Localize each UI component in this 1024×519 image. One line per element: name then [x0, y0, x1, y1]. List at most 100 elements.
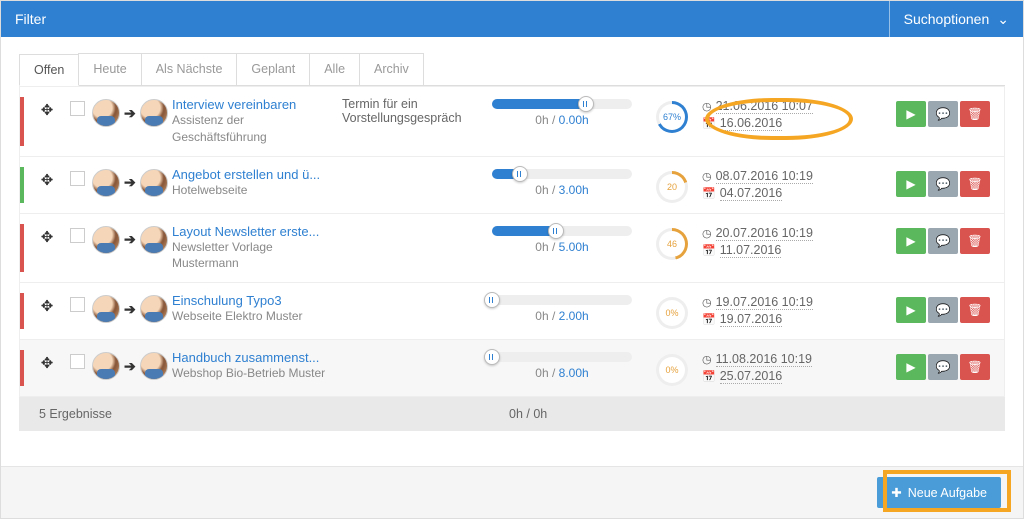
avatar-to[interactable]: [140, 352, 168, 380]
task-checkbox[interactable]: [70, 171, 85, 186]
comment-icon: 💬: [936, 303, 951, 317]
percent-ring: 0%: [656, 297, 688, 329]
clock-icon: ◷: [702, 170, 712, 183]
avatar-to[interactable]: [140, 169, 168, 197]
new-task-button[interactable]: ✚ Neue Aufgabe: [877, 477, 1001, 508]
comment-icon: 💬: [936, 107, 951, 121]
percent-ring: 46: [656, 228, 688, 260]
progress-cell: 0h / 2.00h: [482, 293, 642, 323]
priority-bar: [20, 293, 24, 329]
delete-button[interactable]: 🗑: [960, 228, 990, 254]
summary-hours: 0h / 0h: [509, 407, 547, 421]
due-date[interactable]: 19.07.2016: [720, 312, 783, 327]
drag-handle[interactable]: ✥: [32, 350, 62, 372]
plus-icon: ✚: [891, 485, 901, 500]
comment-button[interactable]: 💬: [928, 354, 958, 380]
actions: ▶ 💬 🗑: [862, 97, 996, 127]
progress-slider[interactable]: [492, 295, 632, 305]
avatar-from[interactable]: [92, 99, 120, 127]
avatar-from[interactable]: [92, 226, 120, 254]
drag-handle[interactable]: ✥: [32, 97, 62, 119]
tabs: OffenHeuteAls NächsteGeplantAlleArchiv: [19, 53, 1005, 86]
task-title[interactable]: Einschulung Typo3: [172, 293, 334, 308]
arrow-icon: ➔: [124, 105, 136, 122]
tab-offen[interactable]: Offen: [19, 54, 79, 86]
due-time[interactable]: 21.06.2016 10:07: [716, 99, 813, 114]
delete-button[interactable]: 🗑: [960, 171, 990, 197]
drag-handle[interactable]: ✥: [32, 224, 62, 246]
tab-alle[interactable]: Alle: [309, 53, 360, 85]
tab-heute[interactable]: Heute: [78, 53, 141, 85]
due-time[interactable]: 08.07.2016 10:19: [716, 169, 813, 184]
task-title[interactable]: Layout Newsletter erste...: [172, 224, 334, 239]
play-button[interactable]: ▶: [896, 101, 926, 127]
task-title[interactable]: Handbuch zusammenst...: [172, 350, 334, 365]
tab-als-nächste[interactable]: Als Nächste: [141, 53, 238, 85]
comment-button[interactable]: 💬: [928, 228, 958, 254]
priority-bar: [20, 167, 24, 203]
result-count: 5 Ergebnisse: [39, 407, 509, 421]
tab-archiv[interactable]: Archiv: [359, 53, 424, 85]
progress-slider[interactable]: [492, 352, 632, 362]
search-options[interactable]: Suchoptionen ⌄: [889, 1, 1009, 37]
summary-bar: 5 Ergebnisse 0h / 0h: [19, 397, 1005, 431]
progress-cell: 0h / 5.00h: [482, 224, 642, 254]
due-time[interactable]: 19.07.2016 10:19: [716, 295, 813, 310]
percent-ring-cell: 67%: [642, 97, 702, 133]
tab-geplant[interactable]: Geplant: [236, 53, 310, 85]
task-checkbox[interactable]: [70, 354, 85, 369]
new-task-label: Neue Aufgabe: [908, 486, 987, 500]
priority-bar: [20, 97, 24, 146]
task-subtitle: Hotelwebseite: [172, 182, 334, 199]
progress-cell: 0h / 0.00h: [482, 97, 642, 127]
comment-button[interactable]: 💬: [928, 297, 958, 323]
play-button[interactable]: ▶: [896, 228, 926, 254]
dates-cell: ◷ 08.07.2016 10:19📅 04.07.2016: [702, 167, 862, 203]
avatar-from[interactable]: [92, 169, 120, 197]
avatar-to[interactable]: [140, 99, 168, 127]
trash-icon: 🗑: [967, 360, 982, 374]
due-time[interactable]: 11.08.2016 10:19: [716, 352, 812, 367]
comment-button[interactable]: 💬: [928, 171, 958, 197]
task-checkbox[interactable]: [70, 101, 85, 116]
avatar-from[interactable]: [92, 295, 120, 323]
task-description: Termin für ein Vorstellungsgespräch: [342, 97, 482, 125]
drag-handle[interactable]: ✥: [32, 167, 62, 189]
move-icon: ✥: [41, 228, 54, 246]
assignment: ➔: [92, 167, 172, 197]
avatar-to[interactable]: [140, 295, 168, 323]
due-date[interactable]: 04.07.2016: [720, 186, 783, 201]
trash-icon: 🗑: [967, 303, 982, 317]
arrow-icon: ➔: [124, 174, 136, 191]
delete-button[interactable]: 🗑: [960, 354, 990, 380]
progress-slider[interactable]: [492, 226, 632, 236]
task-row: ✥➔Handbuch zusammenst...Webshop Bio-Betr…: [20, 339, 1004, 396]
delete-button[interactable]: 🗑: [960, 297, 990, 323]
due-date[interactable]: 11.07.2016: [720, 243, 782, 258]
task-row: ✥➔Interview vereinbarenAssistenz der Ges…: [20, 86, 1004, 156]
priority-bar: [20, 350, 24, 386]
due-date[interactable]: 25.07.2016: [720, 369, 783, 384]
arrow-icon: ➔: [124, 231, 136, 248]
task-subtitle: Webshop Bio-Betrieb Muster: [172, 365, 334, 382]
avatar-to[interactable]: [140, 226, 168, 254]
hours-text: 0h / 3.00h: [482, 183, 642, 197]
play-button[interactable]: ▶: [896, 354, 926, 380]
due-date[interactable]: 16.06.2016: [720, 116, 783, 131]
comment-button[interactable]: 💬: [928, 101, 958, 127]
task-checkbox[interactable]: [70, 228, 85, 243]
actions: ▶💬🗑: [862, 224, 996, 254]
task-checkbox[interactable]: [70, 297, 85, 312]
task-title[interactable]: Angebot erstellen und ü...: [172, 167, 334, 182]
title-cell: Einschulung Typo3Webseite Elektro Muster: [172, 293, 342, 325]
delete-button[interactable]: 🗑: [960, 101, 990, 127]
task-title[interactable]: Interview vereinbaren: [172, 97, 334, 112]
avatar-from[interactable]: [92, 352, 120, 380]
play-button[interactable]: ▶: [896, 297, 926, 323]
progress-slider[interactable]: [492, 99, 632, 109]
due-time[interactable]: 20.07.2016 10:19: [716, 226, 813, 241]
play-button[interactable]: ▶: [896, 171, 926, 197]
checkbox-cell: [62, 293, 92, 312]
drag-handle[interactable]: ✥: [32, 293, 62, 315]
progress-slider[interactable]: [492, 169, 632, 179]
